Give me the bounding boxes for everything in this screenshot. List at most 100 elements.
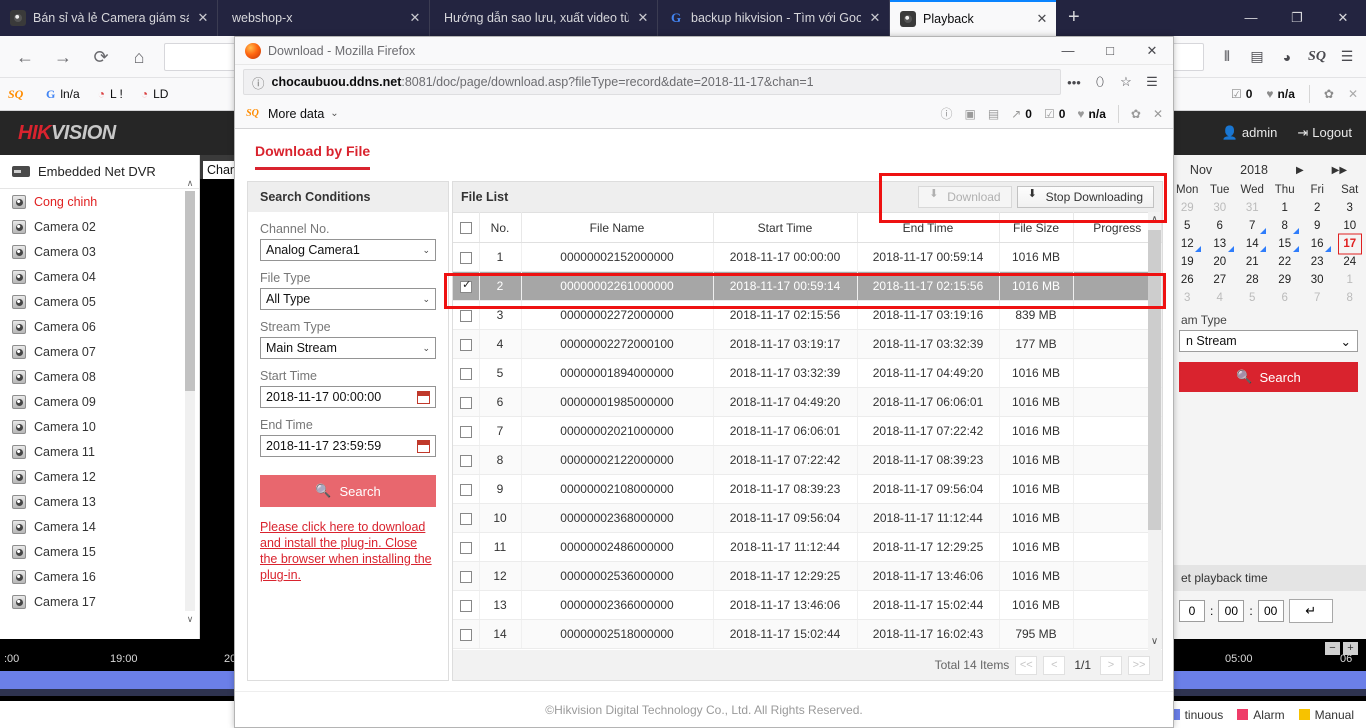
- table-row[interactable]: 2000000022610000002018-11-17 00:59:14201…: [453, 271, 1162, 301]
- scroll-down-icon[interactable]: ∨: [1148, 634, 1161, 650]
- calendar-day[interactable]: 28: [1236, 271, 1268, 289]
- row-checkbox[interactable]: [459, 454, 472, 467]
- bookmark-item-sq[interactable]: SQ: [8, 87, 28, 102]
- camera-list-item[interactable]: Camera 09: [0, 389, 199, 414]
- camera-list-item[interactable]: Camera 16: [0, 564, 199, 589]
- chevron-down-icon[interactable]: ⌄: [330, 108, 338, 119]
- row-checkbox-cell[interactable]: [453, 503, 480, 533]
- new-tab-button[interactable]: +: [1056, 0, 1092, 36]
- row-checkbox[interactable]: [459, 541, 472, 554]
- row-checkbox-cell[interactable]: [453, 242, 480, 272]
- calendar-day[interactable]: 3: [1333, 199, 1366, 217]
- download-button[interactable]: Download: [918, 186, 1012, 208]
- calendar-day[interactable]: 8: [1333, 289, 1366, 307]
- stop-downloading-button[interactable]: Stop Downloading: [1016, 186, 1154, 208]
- info-icon[interactable]: ⓘ: [941, 105, 953, 122]
- calendar-next-year-icon[interactable]: ▶▶: [1332, 165, 1347, 176]
- table-row[interactable]: 11 00000002486000000 2018-11-17 11:12:44 20…: [453, 532, 1162, 562]
- calendar-day[interactable]: 30: [1203, 199, 1235, 217]
- browser-tab-4-playback[interactable]: Playback ✕: [890, 0, 1056, 36]
- camera-list-item[interactable]: Cong chinh: [0, 189, 199, 214]
- calendar-day[interactable]: 30: [1301, 271, 1333, 289]
- browser-tab-0[interactable]: Bán sỉ và lẻ Camera giám sát, M ✕: [0, 0, 218, 36]
- table-row[interactable]: 1 00000002152000000 2018-11-17 00:00:00 201…: [453, 242, 1162, 272]
- camera-list-item[interactable]: Camera 05: [0, 289, 199, 314]
- popup-minimize-button[interactable]: —: [1047, 43, 1089, 59]
- row-checkbox[interactable]: [459, 367, 472, 380]
- camera-list-item[interactable]: Camera 07: [0, 339, 199, 364]
- stream-type-select[interactable]: n Stream ⌄: [1179, 330, 1358, 352]
- library-icon[interactable]: ⦀: [1212, 48, 1242, 65]
- calendar-day[interactable]: 31: [1236, 199, 1268, 217]
- scroll-up-icon[interactable]: ∧: [1148, 212, 1161, 228]
- browser-tab-3[interactable]: G backup hikvision - Tìm với Goo ✕: [658, 0, 890, 36]
- table-row[interactable]: 8 00000002122000000 2018-11-17 07:22:42 201…: [453, 445, 1162, 475]
- more-data-bookmark[interactable]: More data: [268, 107, 324, 121]
- heart-status[interactable]: ♥ n/a: [1077, 107, 1105, 121]
- zoom-in-button[interactable]: +: [1343, 642, 1358, 655]
- next-page-button[interactable]: >: [1100, 655, 1122, 675]
- camera-list-item[interactable]: Camera 17: [0, 589, 199, 614]
- row-checkbox-cell[interactable]: [453, 619, 480, 649]
- calendar-day[interactable]: 23: [1301, 253, 1333, 271]
- row-checkbox[interactable]: [459, 251, 472, 264]
- playback-minute-input[interactable]: 00: [1218, 600, 1245, 622]
- camera-list-item[interactable]: Camera 15: [0, 539, 199, 564]
- last-page-button[interactable]: >>: [1128, 655, 1150, 675]
- scroll-thumb[interactable]: [1148, 230, 1161, 530]
- table-row[interactable]: 10 00000002368000000 2018-11-17 09:56:04 20…: [453, 503, 1162, 533]
- row-checkbox-cell[interactable]: [453, 416, 480, 446]
- calendar-day[interactable]: 14: [1236, 235, 1268, 253]
- row-checkbox[interactable]: [459, 483, 472, 496]
- calendar-day[interactable]: 29: [1268, 271, 1300, 289]
- camera-list-item[interactable]: Camera 11: [0, 439, 199, 464]
- calendar-day[interactable]: 15: [1268, 235, 1300, 253]
- calendar-day[interactable]: 1: [1268, 199, 1300, 217]
- calendar-day[interactable]: 6: [1268, 289, 1300, 307]
- page-actions-icon[interactable]: •••: [1061, 75, 1087, 90]
- start-time-input[interactable]: 2018-11-17 00:00:00: [260, 386, 436, 408]
- table-row[interactable]: 12 00000002536000000 2018-11-17 12:29:25 20…: [453, 561, 1162, 591]
- restore-button[interactable]: ❐: [1274, 0, 1320, 36]
- calendar-icon[interactable]: [417, 390, 430, 404]
- prev-page-button[interactable]: <: [1043, 655, 1066, 675]
- tab-close-icon[interactable]: ✕: [407, 10, 423, 26]
- row-checkbox[interactable]: [459, 599, 472, 612]
- calendar-day[interactable]: 6: [1203, 217, 1235, 235]
- close-bar-icon[interactable]: ✕: [1348, 87, 1358, 101]
- calendar-day[interactable]: 7: [1301, 289, 1333, 307]
- camera-list-item[interactable]: Camera 14: [0, 514, 199, 539]
- minimize-button[interactable]: —: [1228, 0, 1274, 36]
- table-row[interactable]: 9 00000002108000000 2018-11-17 08:39:23 201…: [453, 474, 1162, 504]
- tab-close-icon[interactable]: ✕: [195, 10, 211, 26]
- row-checkbox-cell[interactable]: [453, 300, 480, 330]
- calendar-day[interactable]: 12: [1171, 235, 1203, 253]
- row-checkbox-cell[interactable]: [453, 387, 480, 417]
- calendar-day[interactable]: 22: [1268, 253, 1300, 271]
- table-row[interactable]: 3 00000002272000000 2018-11-17 02:15:56 201…: [453, 300, 1162, 330]
- calendar-day[interactable]: 8: [1268, 217, 1300, 235]
- table-row[interactable]: 5 00000001894000000 2018-11-17 03:32:39 201…: [453, 358, 1162, 388]
- monitor-icon[interactable]: ▣: [965, 107, 976, 121]
- edit-count[interactable]: ☑ 0: [1044, 107, 1065, 121]
- calendar-day[interactable]: 1: [1333, 271, 1366, 289]
- calendar-day[interactable]: 9: [1301, 217, 1333, 235]
- calendar-day[interactable]: 20: [1203, 253, 1235, 271]
- table-row[interactable]: 13 00000002366000000 2018-11-17 13:46:06 20…: [453, 590, 1162, 620]
- row-checkbox[interactable]: [459, 628, 472, 641]
- calendar-day[interactable]: 29: [1171, 199, 1203, 217]
- sq-icon[interactable]: SQ: [1302, 49, 1332, 64]
- calendar-table[interactable]: Mon Tue Wed Thu Fri Sat 29 30 31 1 2 3 5 6 7 8 9 10 12 13 1…: [1171, 181, 1366, 307]
- stream-type-select[interactable]: Main Stream ⌄: [260, 337, 436, 359]
- channel-no-select[interactable]: Analog Camera1 ⌄: [260, 239, 436, 261]
- pocket-icon[interactable]: ⬯: [1087, 74, 1113, 90]
- first-page-button[interactable]: <<: [1015, 655, 1038, 675]
- row-checkbox-cell[interactable]: [453, 474, 480, 504]
- menu-icon[interactable]: ☰: [1332, 48, 1362, 65]
- calendar-day[interactable]: 10: [1333, 217, 1366, 235]
- close-button[interactable]: ✕: [1320, 0, 1366, 36]
- camera-list-item[interactable]: Camera 04: [0, 264, 199, 289]
- popup-close-button[interactable]: ✕: [1131, 43, 1173, 59]
- row-checkbox[interactable]: [459, 425, 472, 438]
- file-list-scrollbar[interactable]: ∧ ∨: [1148, 212, 1161, 650]
